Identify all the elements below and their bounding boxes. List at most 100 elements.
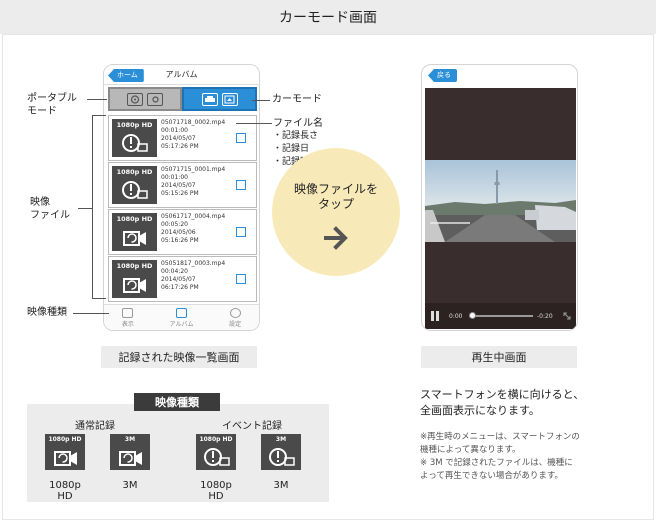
file-row[interactable]: 1080p HD 05071718_0002.mp4 00:01:00 2014… (108, 115, 257, 161)
time-elapsed: 0:00 (449, 313, 463, 320)
display-icon (122, 307, 134, 318)
album-phone-screen: ホーム アルバム 1080p HD 05071718_0002.mp4 00:0… (103, 64, 260, 331)
album-footer-nav: 表示 アルバム 設定 (104, 304, 259, 330)
callout-bracket (92, 298, 106, 299)
file-time: 05:16:26 PM (161, 237, 199, 244)
seek-bar[interactable] (469, 315, 533, 317)
seek-handle[interactable] (469, 312, 476, 319)
file-checkbox[interactable] (236, 133, 246, 143)
file-date: 2014/05/07 (161, 135, 196, 142)
callout-video-files: 映像 ファイル (30, 196, 70, 222)
legend-normal-3m-icon: 3M (110, 434, 150, 470)
file-duration: 00:01:00 (161, 127, 188, 134)
tab-portable-mode[interactable] (108, 87, 182, 111)
player-controls: 0:00 -0:20 (425, 303, 576, 329)
callout-text: ファイル名 (273, 118, 323, 129)
album-header: ホーム アルバム (104, 65, 259, 85)
normal-record-icon (123, 278, 146, 293)
file-date: 2014/05/06 (161, 229, 196, 236)
file-duration: 00:01:00 (161, 174, 188, 181)
file-checkbox[interactable] (236, 180, 246, 190)
legend-event-heading: イベント記録 (222, 421, 282, 432)
file-name: 05071715_0001.mp4 (161, 166, 226, 173)
callout-bracket (92, 115, 93, 298)
callout-bracket (92, 115, 106, 116)
video-thumbnail: 1080p HD (112, 166, 157, 204)
resolution-badge: 3M (275, 436, 287, 443)
callout-line (252, 100, 270, 101)
file-time: 06:17:26 PM (161, 284, 199, 291)
album-title: アルバム (165, 70, 198, 79)
time-remaining: -0:20 (537, 313, 553, 320)
callout-text: ・記録長さ (273, 131, 319, 141)
caption-list-screen: 記録された映像一覧画面 (101, 346, 257, 368)
caption-playback-screen: 再生中画面 (421, 346, 577, 368)
resolution-badge: 3M (124, 436, 136, 443)
back-button[interactable]: 戻る (428, 69, 457, 82)
legend-caption: 3M (122, 480, 138, 491)
file-duration: 00:04:20 (161, 268, 188, 275)
file-row[interactable]: 1080p HD 05051817_0003.mp4 00:04:20 2014… (108, 256, 257, 302)
file-date: 2014/05/07 (161, 276, 196, 283)
callout-line (87, 99, 107, 100)
fullscreen-icon[interactable] (563, 312, 571, 320)
file-row[interactable]: 1080p HD 05071715_0001.mp4 00:01:00 2014… (108, 162, 257, 208)
car-icon (201, 92, 218, 106)
footer-label: 表示 (121, 320, 134, 328)
resolution-badge: 1080p HD (116, 168, 153, 176)
resolution-badge: 1080p HD (116, 121, 153, 129)
page-title-bar: カーモード画面 (0, 0, 656, 34)
note-line: よって再生できない場合があります。 (420, 471, 563, 481)
playback-notes: ※再生時のメニューは、スマートフォンの 機種によって異なります。 ※ 3M で記… (420, 431, 580, 483)
footer-label: アルバム (169, 320, 194, 328)
note-line: ※再生時のメニューは、スマートフォンの (420, 432, 580, 442)
pause-icon[interactable] (431, 311, 439, 321)
file-name: 05071718_0002.mp4 (161, 119, 226, 126)
footer-item-display[interactable]: 表示 (121, 307, 134, 328)
footer-label: 設定 (229, 320, 242, 328)
legend-event-1080p-icon: 1080p HD (196, 434, 236, 470)
callout-video-type: 映像種類 (27, 307, 67, 318)
tab-car-mode[interactable] (182, 87, 257, 111)
file-checkbox[interactable] (236, 227, 246, 237)
callout-line (236, 123, 272, 124)
callout-line (78, 208, 92, 209)
file-meta: 05061717_0004.mp4 00:05:20 2014/05/06 05… (161, 213, 225, 245)
file-row[interactable]: 1080p HD 05061717_0004.mp4 00:05:20 2014… (108, 209, 257, 255)
event-record-icon (122, 134, 148, 152)
page-title: カーモード画面 (279, 10, 377, 26)
file-name: 05051817_0003.mp4 (161, 260, 226, 267)
file-checkbox[interactable] (236, 274, 246, 284)
callout-text: ポータブル (27, 93, 77, 104)
file-time: 05:15:26 PM (161, 190, 199, 197)
legend-caption: 1080p HD (49, 480, 81, 502)
description-line: スマートフォンを横に向けると、 (420, 388, 585, 401)
playback-phone-screen: 戻る 0:00 -0:20 (421, 64, 578, 331)
mode-tabs (108, 87, 257, 111)
video-player[interactable]: 0:00 -0:20 (425, 88, 576, 329)
footer-item-album[interactable]: アルバム (169, 307, 194, 328)
note-line: ※ 3M で記録されたファイルは、機種に (420, 458, 573, 468)
video-thumbnail: 1080p HD (112, 213, 157, 251)
legend-caption: 1080p HD (200, 480, 232, 502)
fullscreen-description: スマートフォンを横に向けると、 全画面表示になります。 (420, 387, 584, 419)
camera-icon (147, 92, 163, 106)
callout-text: ファイル (30, 210, 70, 221)
legend-normal-1080p-icon: 1080p HD (45, 434, 85, 470)
legend-title: 映像種類 (134, 393, 220, 411)
video-thumbnail: 1080p HD (112, 260, 157, 298)
tap-hint-text: 映像ファイルを タップ (272, 182, 400, 212)
video-thumbnail: 1080p HD (112, 119, 157, 157)
arrow-right-icon (324, 226, 348, 250)
event-record-icon (122, 181, 148, 199)
gear-icon (229, 307, 241, 318)
tap-hint-line: タップ (317, 197, 354, 211)
file-duration: 00:05:20 (161, 221, 188, 228)
footer-item-settings[interactable]: 設定 (229, 307, 242, 328)
resolution-badge: 1080p HD (48, 436, 82, 443)
resolution-badge: 1080p HD (116, 215, 153, 223)
callout-line (73, 313, 109, 314)
disc-icon (127, 92, 143, 106)
file-meta: 05071718_0002.mp4 00:01:00 2014/05/07 05… (161, 119, 225, 151)
tap-hint-line: 映像ファイルを (293, 182, 378, 196)
